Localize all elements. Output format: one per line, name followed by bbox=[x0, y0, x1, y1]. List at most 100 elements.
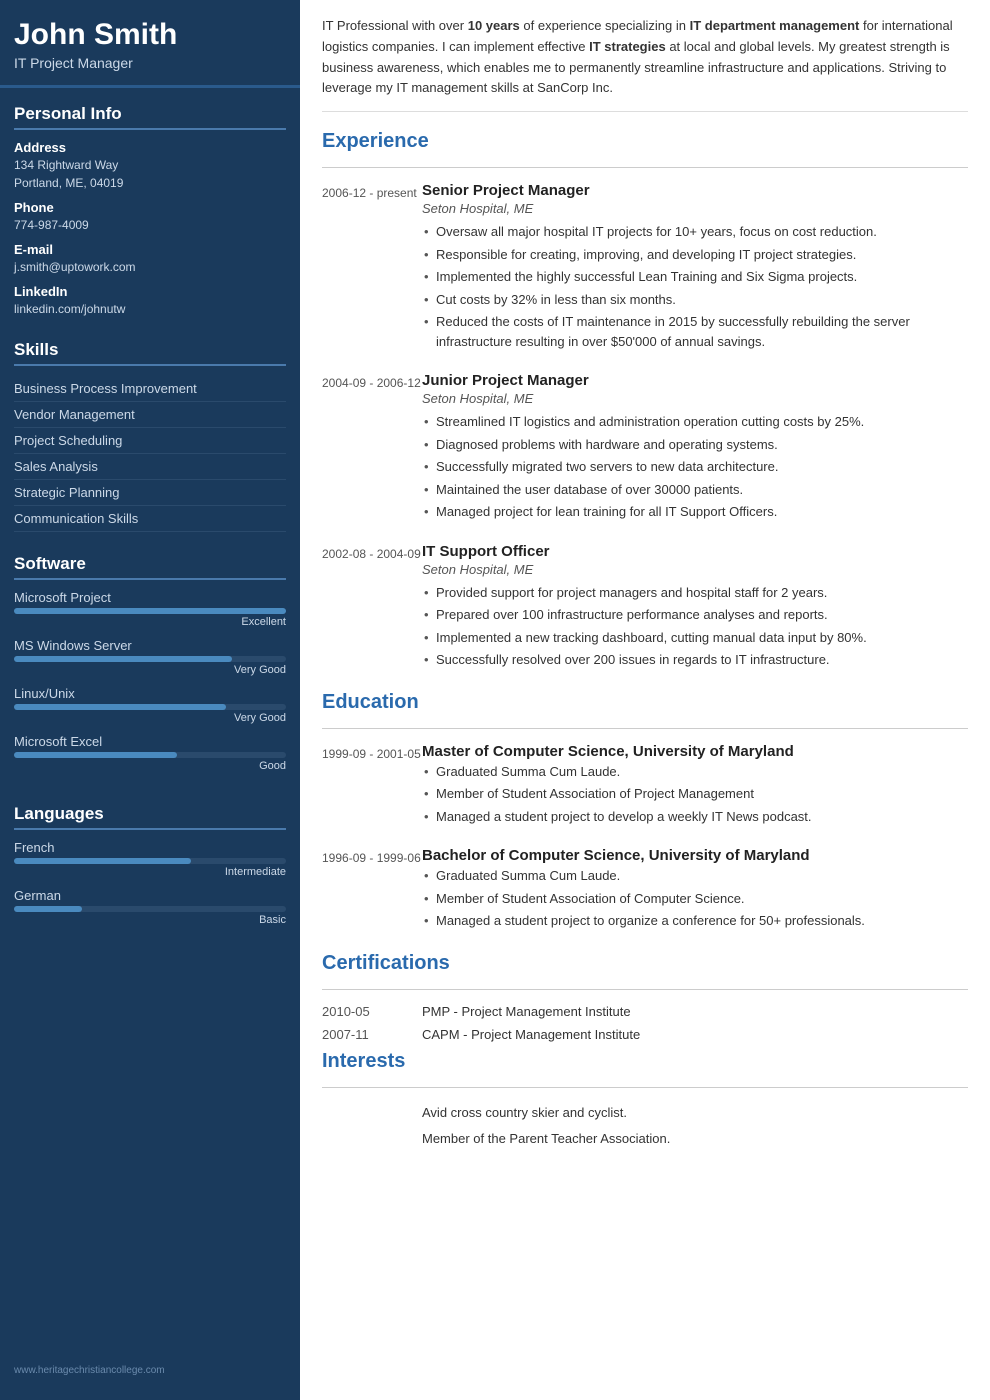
skill-item: Project Scheduling bbox=[14, 428, 286, 454]
language-progress-bg bbox=[14, 906, 286, 912]
language-progress-bg bbox=[14, 858, 286, 864]
sidebar-footer: www.heritagechristiancollege.com bbox=[0, 1355, 300, 1380]
entry: 2002-08 - 2004-09 IT Support Officer Set… bbox=[322, 543, 968, 673]
certifications-section-title: Certifications bbox=[322, 952, 968, 979]
progress-bar-fill bbox=[14, 608, 286, 614]
bullet-item: Provided support for project managers an… bbox=[422, 583, 968, 603]
entry-date: 2002-08 - 2004-09 bbox=[322, 543, 422, 673]
entry-title: Junior Project Manager bbox=[422, 372, 968, 389]
software-level-label: Very Good bbox=[14, 664, 286, 676]
language-level-label: Intermediate bbox=[14, 866, 286, 878]
entry-bullets: Graduated Summa Cum Laude.Member of Stud… bbox=[422, 866, 968, 931]
skill-item: Communication Skills bbox=[14, 506, 286, 532]
cert-date: 2007-11 bbox=[322, 1027, 422, 1042]
entry-org: Seton Hospital, ME bbox=[422, 201, 968, 216]
education-divider bbox=[322, 728, 968, 729]
bullet-item: Streamlined IT logistics and administrat… bbox=[422, 412, 968, 432]
software-level-label: Very Good bbox=[14, 712, 286, 724]
progress-bar-fill bbox=[14, 656, 232, 662]
entry-title: Senior Project Manager bbox=[422, 182, 968, 199]
sidebar-header: John Smith IT Project Manager bbox=[0, 0, 300, 88]
bullet-item: Graduated Summa Cum Laude. bbox=[422, 866, 968, 886]
progress-bar-bg bbox=[14, 608, 286, 614]
language-item: German Basic bbox=[14, 888, 286, 926]
personal-info-title: Personal Info bbox=[14, 98, 286, 130]
entry-content: Senior Project Manager Seton Hospital, M… bbox=[422, 182, 968, 354]
software-name: MS Windows Server bbox=[14, 638, 286, 653]
interests-divider bbox=[322, 1087, 968, 1088]
experience-section-title: Experience bbox=[322, 130, 968, 157]
entry-date: 1996-09 - 1999-06 bbox=[322, 847, 422, 934]
sidebar: John Smith IT Project Manager Personal I… bbox=[0, 0, 300, 1400]
cert-date: 2010-05 bbox=[322, 1004, 422, 1019]
entry-content: Junior Project Manager Seton Hospital, M… bbox=[422, 372, 968, 525]
languages-title: Languages bbox=[14, 798, 286, 830]
software-name: Microsoft Excel bbox=[14, 734, 286, 749]
email-value: j.smith@uptowork.com bbox=[14, 258, 286, 276]
entry: 1999-09 - 2001-05 Master of Computer Sci… bbox=[322, 743, 968, 830]
bullet-item: Successfully resolved over 200 issues in… bbox=[422, 650, 968, 670]
email-label: E-mail bbox=[14, 242, 286, 257]
education-section-title: Education bbox=[322, 691, 968, 718]
language-name: French bbox=[14, 840, 286, 855]
language-item: French Intermediate bbox=[14, 840, 286, 878]
experience-divider bbox=[322, 167, 968, 168]
languages-section: Languages French Intermediate German Bas… bbox=[0, 788, 300, 942]
cert-row: 2010-05 PMP - Project Management Institu… bbox=[322, 1004, 968, 1019]
progress-bar-fill bbox=[14, 752, 177, 758]
bullet-item: Implemented the highly successful Lean T… bbox=[422, 267, 968, 287]
phone-label: Phone bbox=[14, 200, 286, 215]
phone-value: 774-987-4009 bbox=[14, 216, 286, 234]
linkedin-value: linkedin.com/johnutw bbox=[14, 300, 286, 318]
skills-list: Business Process ImprovementVendor Manag… bbox=[14, 376, 286, 532]
language-level-label: Basic bbox=[14, 914, 286, 926]
language-name: German bbox=[14, 888, 286, 903]
entry-content: Master of Computer Science, University o… bbox=[422, 743, 968, 830]
language-progress-fill bbox=[14, 858, 191, 864]
software-level-label: Good bbox=[14, 760, 286, 772]
entry-org: Seton Hospital, ME bbox=[422, 562, 968, 577]
bullet-item: Managed a student project to organize a … bbox=[422, 911, 968, 931]
bullet-item: Managed a student project to develop a w… bbox=[422, 807, 968, 827]
skills-section: Skills Business Process ImprovementVendo… bbox=[0, 324, 300, 538]
job-title: IT Project Manager bbox=[14, 55, 286, 71]
interest-item: Member of the Parent Teacher Association… bbox=[322, 1128, 968, 1150]
progress-bar-bg bbox=[14, 752, 286, 758]
linkedin-label: LinkedIn bbox=[14, 284, 286, 299]
entry-bullets: Graduated Summa Cum Laude.Member of Stud… bbox=[422, 762, 968, 827]
entry: 2006-12 - present Senior Project Manager… bbox=[322, 182, 968, 354]
software-item: Microsoft Project Excellent bbox=[14, 590, 286, 628]
cert-row: 2007-11 CAPM - Project Management Instit… bbox=[322, 1027, 968, 1042]
entry: 2004-09 - 2006-12 Junior Project Manager… bbox=[322, 372, 968, 525]
bullet-item: Responsible for creating, improving, and… bbox=[422, 245, 968, 265]
software-name: Linux/Unix bbox=[14, 686, 286, 701]
interests-section-title: Interests bbox=[322, 1050, 968, 1077]
progress-bar-fill bbox=[14, 704, 226, 710]
certifications-list: 2010-05 PMP - Project Management Institu… bbox=[322, 1004, 968, 1042]
entry-bullets: Oversaw all major hospital IT projects f… bbox=[422, 222, 968, 351]
software-level-label: Excellent bbox=[14, 616, 286, 628]
summary-text: IT Professional with over 10 years of ex… bbox=[322, 16, 968, 112]
bullet-item: Implemented a new tracking dashboard, cu… bbox=[422, 628, 968, 648]
entry-title: Bachelor of Computer Science, University… bbox=[422, 847, 968, 864]
address-line1: 134 Rightward Way bbox=[14, 156, 286, 174]
skill-item: Strategic Planning bbox=[14, 480, 286, 506]
bullet-item: Oversaw all major hospital IT projects f… bbox=[422, 222, 968, 242]
entry-org: Seton Hospital, ME bbox=[422, 391, 968, 406]
bullet-item: Graduated Summa Cum Laude. bbox=[422, 762, 968, 782]
bullet-item: Reduced the costs of IT maintenance in 2… bbox=[422, 312, 968, 351]
entry: 1996-09 - 1999-06 Bachelor of Computer S… bbox=[322, 847, 968, 934]
entry-bullets: Provided support for project managers an… bbox=[422, 583, 968, 670]
address-label: Address bbox=[14, 140, 286, 155]
bullet-item: Member of Student Association of Project… bbox=[422, 784, 968, 804]
bullet-item: Cut costs by 32% in less than six months… bbox=[422, 290, 968, 310]
education-entries: 1999-09 - 2001-05 Master of Computer Sci… bbox=[322, 743, 968, 934]
experience-entries: 2006-12 - present Senior Project Manager… bbox=[322, 182, 968, 673]
bullet-item: Successfully migrated two servers to new… bbox=[422, 457, 968, 477]
skill-item: Business Process Improvement bbox=[14, 376, 286, 402]
skill-item: Vendor Management bbox=[14, 402, 286, 428]
progress-bar-bg bbox=[14, 704, 286, 710]
main-content: IT Professional with over 10 years of ex… bbox=[300, 0, 990, 1400]
skills-title: Skills bbox=[14, 334, 286, 366]
bullet-item: Prepared over 100 infrastructure perform… bbox=[422, 605, 968, 625]
